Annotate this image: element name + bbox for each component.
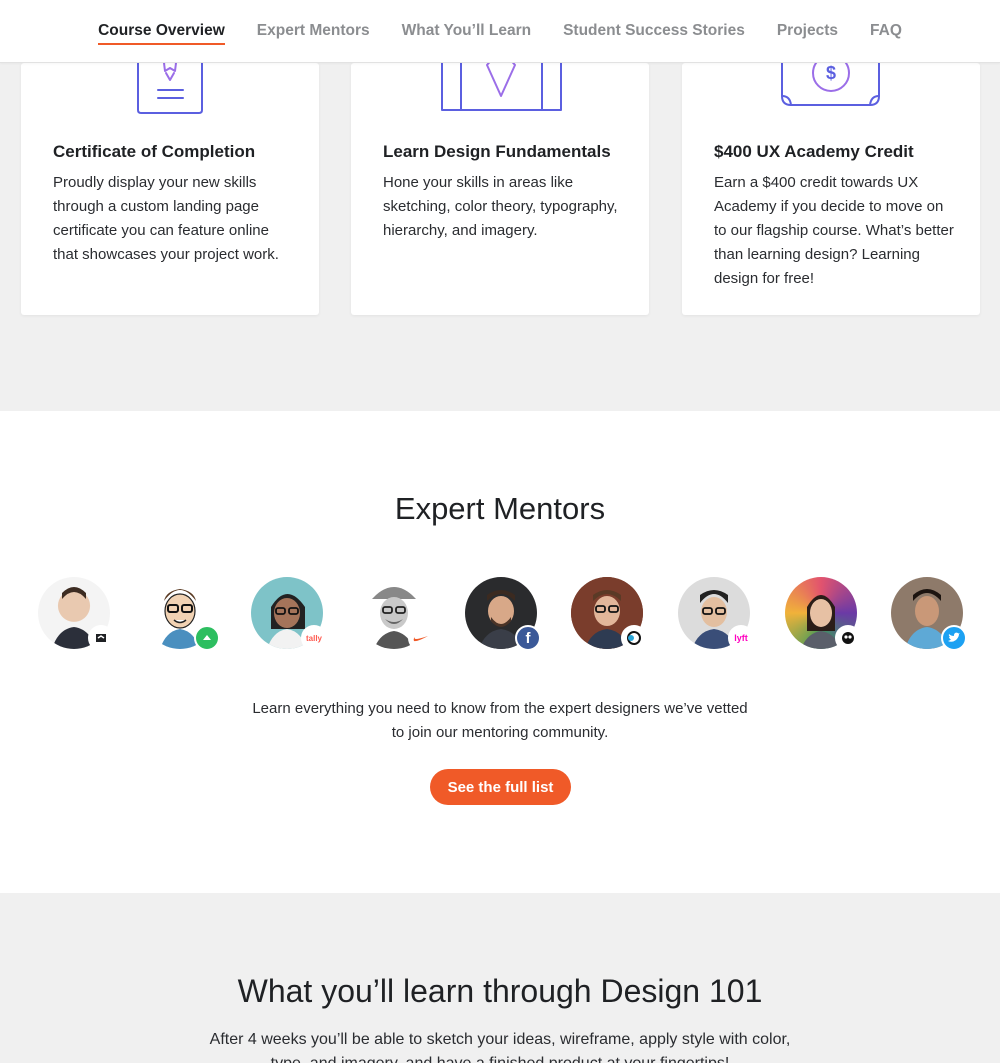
card-body: Proudly display your new skills through … bbox=[53, 174, 279, 263]
mentors-description: Learn everything you need to know from t… bbox=[0, 697, 1000, 745]
see-full-list-button[interactable]: See the full list bbox=[430, 769, 571, 805]
nav-items: Course Overview Expert Mentors What You’… bbox=[82, 0, 918, 62]
mentor-avatar[interactable] bbox=[785, 577, 861, 651]
mentor-avatar[interactable]: f bbox=[465, 577, 541, 651]
dollar-bill-icon: $ bbox=[781, 63, 880, 106]
nav-tab-faq[interactable]: FAQ bbox=[870, 21, 902, 43]
card-title: Certificate of Completion bbox=[53, 142, 256, 161]
section-heading: Expert Mentors bbox=[394, 491, 606, 526]
company-logo-icon bbox=[88, 625, 114, 651]
nike-icon bbox=[408, 625, 434, 651]
expert-mentors-section: Expert Mentors tally f lyft Learn everyt… bbox=[0, 411, 1000, 893]
section-heading: What you’ll learn through Design 101 bbox=[237, 973, 763, 1009]
mentor-avatar[interactable]: lyft bbox=[678, 577, 754, 651]
design-board-icon bbox=[441, 63, 562, 111]
nav-tab-student-success-stories[interactable]: Student Success Stories bbox=[563, 21, 745, 43]
mentors-description-line: Learn everything you need to know from t… bbox=[252, 700, 748, 717]
mentors-description-line: to join our mentoring community. bbox=[391, 724, 609, 741]
mentor-avatar[interactable]: tally bbox=[251, 577, 327, 651]
section-nav: Course Overview Expert Mentors What You’… bbox=[0, 0, 1000, 63]
mentor-avatar[interactable] bbox=[358, 577, 434, 651]
hootsuite-icon bbox=[835, 625, 861, 651]
discovery-icon bbox=[621, 625, 647, 651]
card-title: Learn Design Fundamentals bbox=[383, 142, 611, 161]
svg-text:$: $ bbox=[826, 63, 836, 83]
feature-card-design-fundamentals: Learn Design Fundamentals Hone your skil… bbox=[351, 63, 649, 315]
card-body: Hone your skills in areas like sketching… bbox=[383, 174, 618, 239]
section-lead: After 4 weeks you’ll be able to sketch y… bbox=[209, 1031, 791, 1063]
tally-icon: tally bbox=[301, 625, 327, 651]
features-section: Certificate of Completion Proudly displa… bbox=[0, 63, 1000, 411]
certificate-icon bbox=[137, 63, 203, 114]
card-body: Earn a $400 credit towards UX Academy if… bbox=[714, 174, 954, 287]
feature-card-certificate: Certificate of Completion Proudly displa… bbox=[21, 63, 319, 315]
lyft-icon: lyft bbox=[728, 625, 754, 651]
nav-tab-what-youll-learn[interactable]: What You’ll Learn bbox=[402, 21, 531, 43]
facebook-icon: f bbox=[515, 625, 541, 651]
mentor-avatar[interactable] bbox=[891, 577, 967, 651]
nav-tab-course-overview[interactable]: Course Overview bbox=[98, 21, 225, 45]
mentor-avatar[interactable] bbox=[571, 577, 647, 651]
evernote-icon bbox=[194, 625, 220, 651]
what-youll-learn-section: What you’ll learn through Design 101 Aft… bbox=[0, 893, 1000, 1063]
card-title: $400 UX Academy Credit bbox=[714, 142, 914, 161]
nav-tab-projects[interactable]: Projects bbox=[777, 21, 838, 43]
nav-tab-expert-mentors[interactable]: Expert Mentors bbox=[257, 21, 370, 43]
twitter-icon bbox=[941, 625, 967, 651]
mentor-avatar[interactable] bbox=[144, 577, 220, 651]
feature-card-ux-academy-credit: $ $400 UX Academy Credit Earn a $400 cre… bbox=[682, 63, 980, 315]
mentor-avatar[interactable] bbox=[38, 577, 114, 651]
